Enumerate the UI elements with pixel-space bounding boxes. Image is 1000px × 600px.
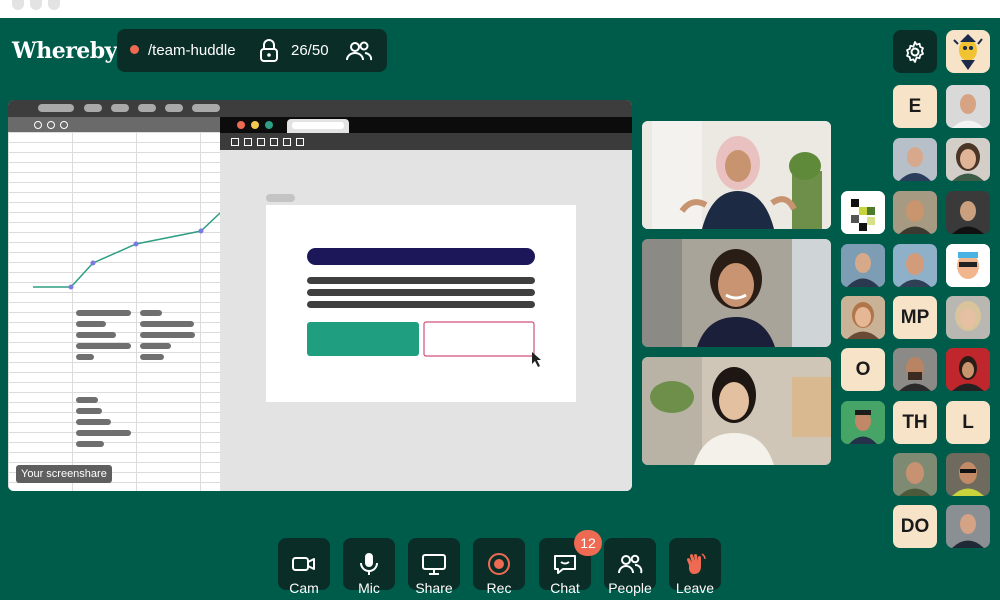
person-photo (841, 296, 885, 339)
lock-icon[interactable] (258, 39, 280, 67)
participant-avatar-photo[interactable] (893, 244, 937, 287)
participant-avatar-photo[interactable] (946, 296, 990, 339)
participant-avatar-photo[interactable] (841, 296, 885, 339)
people-icon (618, 554, 643, 574)
gear-icon (906, 41, 924, 63)
microphone-icon (360, 553, 378, 575)
window-dot (48, 0, 60, 10)
emoji-avatar (946, 244, 990, 287)
person-photo (841, 244, 885, 287)
person-photo (893, 453, 937, 496)
video-tile-participant-3[interactable] (642, 357, 831, 465)
titlebar-pill (165, 104, 183, 112)
titlebar-pill (138, 104, 156, 112)
participant-avatar-photo[interactable] (841, 401, 885, 444)
window-dot (12, 0, 24, 10)
person-photo (946, 138, 990, 181)
participant-avatar-photo[interactable] (841, 244, 885, 287)
browser-page-mockup (266, 194, 576, 402)
chat-unread-badge: 12 (574, 530, 602, 556)
participant-avatar-photo[interactable] (946, 453, 990, 496)
participant-avatar-photo[interactable] (946, 348, 990, 391)
participant-initials-o[interactable]: O (841, 348, 885, 391)
titlebar-pill (84, 104, 102, 112)
share-label: Share (415, 580, 453, 596)
participant-avatar-photo[interactable] (893, 348, 937, 391)
titlebar-pill (38, 104, 74, 112)
participant-avatar-photo[interactable] (946, 191, 990, 234)
pixel-art-avatar (841, 191, 885, 234)
screenshare-titlebar (8, 100, 632, 117)
person-photo (893, 138, 937, 181)
room-info-pill[interactable]: /team-huddle 26/50 (117, 29, 387, 72)
participant-initials-mp[interactable]: MP (893, 296, 937, 339)
person-photo (946, 85, 990, 128)
video-tile-participant-2[interactable] (642, 239, 831, 347)
spreadsheet-window (8, 117, 220, 491)
person-photo (946, 296, 990, 339)
participant-avatar-photo[interactable] (893, 138, 937, 181)
titlebar-pill (192, 104, 220, 112)
participant-video-smiling-woman (642, 239, 831, 347)
participant-avatar-pixel[interactable] (841, 191, 885, 234)
camera-icon (292, 557, 315, 571)
participant-avatar-photo[interactable] (946, 244, 990, 287)
titlebar-pill (111, 104, 129, 112)
wave-hand-icon (686, 553, 706, 574)
participant-count: 26/50 (291, 42, 329, 59)
leave-label: Leave (675, 580, 715, 596)
person-photo (893, 348, 937, 391)
self-avatar[interactable] (946, 30, 990, 73)
mascot-avatar-image (953, 34, 983, 70)
meeting-stage: Whereby /team-huddle 26/50 Your screensh… (0, 18, 1000, 600)
browser-window (220, 117, 632, 491)
chat-label: Chat (550, 580, 580, 596)
person-photo (841, 401, 885, 444)
spreadsheet-line-graph (33, 212, 220, 447)
participant-initials-l[interactable]: L (946, 401, 990, 444)
person-photo (893, 191, 937, 234)
window-dot (30, 0, 42, 10)
person-photo (893, 244, 937, 287)
window-chrome (0, 0, 1000, 18)
chat-icon (554, 555, 576, 574)
participant-avatar-photo[interactable] (946, 505, 990, 548)
mic-label: Mic (358, 580, 380, 596)
participant-video-office-woman (642, 357, 831, 465)
record-icon (488, 553, 510, 575)
room-name: /team-huddle (148, 42, 236, 59)
rec-label: Rec (486, 580, 512, 596)
people-icon[interactable] (345, 39, 373, 67)
participant-initials-do[interactable]: DO (893, 505, 937, 548)
whereby-logo: Whereby (12, 38, 117, 64)
participant-avatar-photo[interactable] (946, 138, 990, 181)
participant-initials-e[interactable]: E (893, 85, 937, 128)
participant-avatar-photo[interactable] (893, 453, 937, 496)
screenshare-panel[interactable]: Your screenshare (8, 100, 632, 491)
screenshare-label: Your screenshare (16, 465, 112, 483)
monitor-icon (422, 554, 446, 575)
cam-label: Cam (289, 580, 319, 596)
participant-avatar-photo[interactable] (946, 85, 990, 128)
participant-video-hijab (642, 121, 831, 229)
participant-initials-th[interactable]: TH (893, 401, 937, 444)
people-label: People (608, 580, 652, 596)
person-photo (946, 505, 990, 548)
live-indicator (130, 45, 139, 54)
person-photo (946, 453, 990, 496)
participant-avatar-photo[interactable] (893, 191, 937, 234)
person-photo (946, 191, 990, 234)
person-photo (946, 348, 990, 391)
video-tile-participant-1[interactable] (642, 121, 831, 229)
settings-button[interactable] (893, 30, 937, 73)
